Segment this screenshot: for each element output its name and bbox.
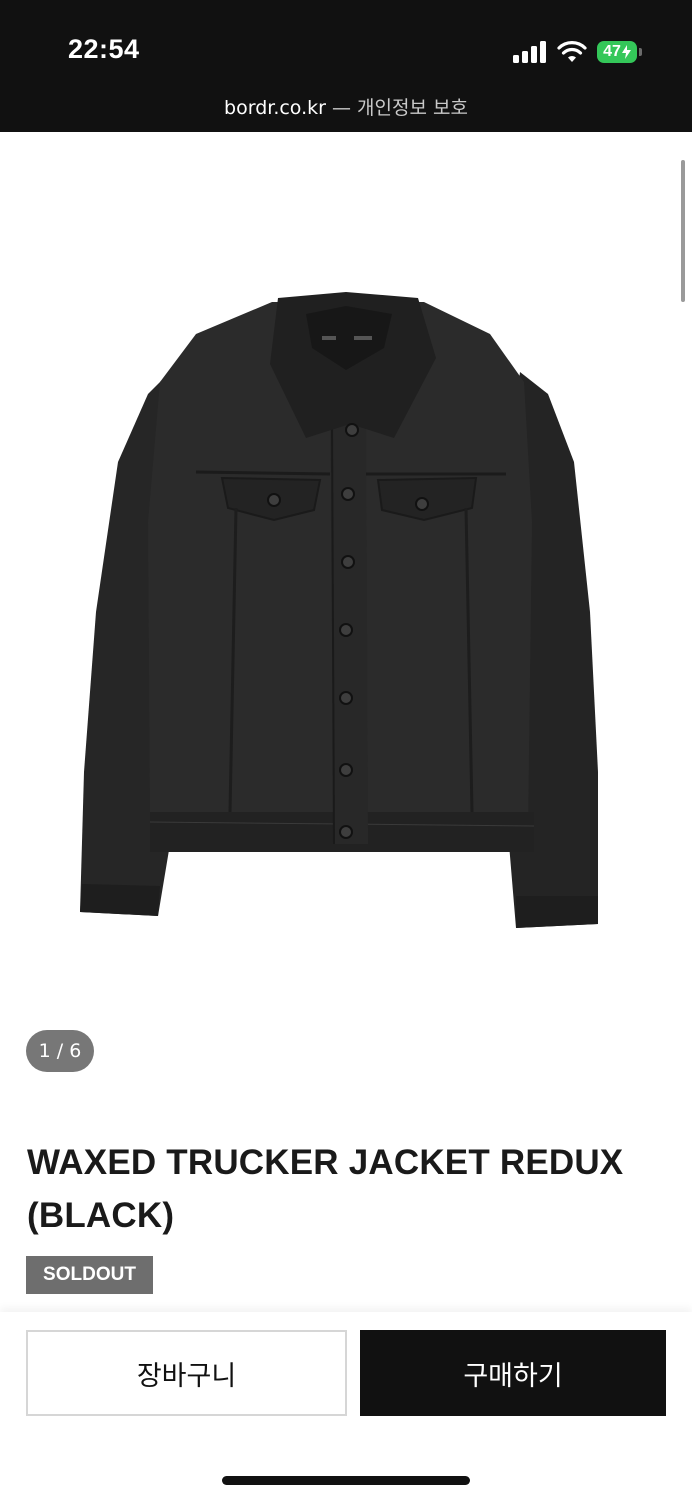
browser-address[interactable]: bordr.co.kr — 개인정보 보호: [0, 93, 692, 120]
status-time: 22:54: [68, 34, 140, 64]
product-image-carousel[interactable]: [0, 132, 692, 1092]
battery-charging-icon: 47: [597, 41, 642, 63]
status-icons: 47: [513, 38, 642, 66]
product-title: WAXED TRUCKER JACKET REDUX (BLACK): [27, 1143, 624, 1235]
battery-level: 47: [603, 43, 621, 60]
bolt-icon: [621, 45, 631, 59]
black-trucker-jacket-image: [80, 292, 598, 928]
add-to-cart-button[interactable]: 장바구니: [26, 1330, 347, 1416]
address-separator: —: [325, 97, 358, 119]
signal-icon: [513, 41, 546, 63]
status-badge: SOLDOUT: [26, 1256, 153, 1294]
domain-text: bordr.co.kr: [224, 97, 326, 119]
wifi-icon: [557, 41, 587, 62]
home-indicator[interactable]: [222, 1476, 470, 1485]
status-bar: 22:54 47 bordr.co.kr — 개인정보 보호: [0, 0, 692, 132]
buy-now-button[interactable]: 구매하기: [360, 1330, 666, 1416]
privacy-label: 개인정보 보호: [357, 97, 468, 119]
image-counter: 1 / 6: [26, 1030, 94, 1072]
scrollbar[interactable]: [681, 160, 685, 302]
